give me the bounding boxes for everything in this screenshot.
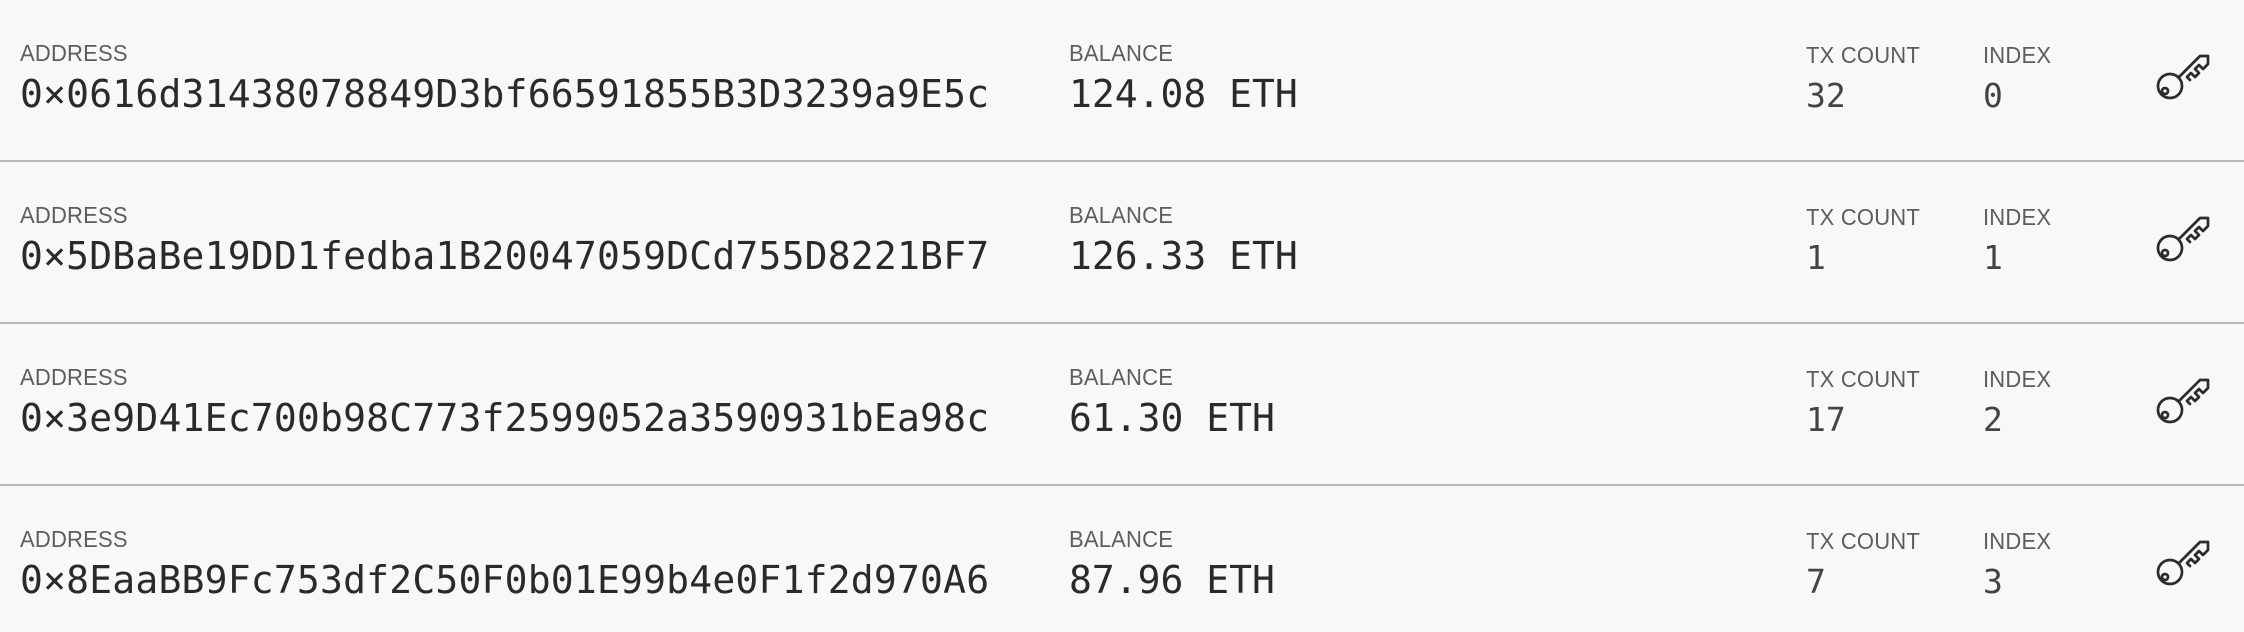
index-label: INDEX [1983, 42, 2052, 69]
address-value: 0×3e9D41Ec700b98C773f2599052a3590931bEa9… [20, 396, 990, 440]
account-row: ADDRESS 0×3e9D41Ec700b98C773f2599052a359… [0, 324, 2244, 486]
balance-value: 87.96 ETH [1069, 558, 1275, 602]
balance-label: BALANCE [1069, 202, 1174, 229]
account-row: ADDRESS 0×8EaaBB9Fc753df2C50F0b01E99b4e0… [0, 486, 2244, 632]
show-keys-button[interactable] [2150, 368, 2212, 430]
show-keys-button[interactable] [2150, 206, 2212, 268]
tx-count-value: 7 [1806, 562, 1826, 601]
account-row: ADDRESS 0×0616d31438078849D3bf66591855B3… [0, 0, 2244, 162]
balance-value: 124.08 ETH [1069, 72, 1298, 116]
address-value: 0×8EaaBB9Fc753df2C50F0b01E99b4e0F1f2d970… [20, 558, 990, 602]
key-icon [2156, 540, 2210, 586]
address-label: ADDRESS [20, 202, 128, 229]
key-icon [2156, 378, 2210, 424]
index-label: INDEX [1983, 204, 2052, 231]
tx-count-value: 17 [1806, 400, 1846, 439]
tx-count-label: TX COUNT [1806, 366, 1921, 393]
key-icon [2156, 216, 2210, 262]
address-label: ADDRESS [20, 526, 128, 553]
balance-value: 126.33 ETH [1069, 234, 1298, 278]
tx-count-value: 1 [1806, 238, 1826, 277]
tx-count-value: 32 [1806, 76, 1846, 115]
address-value: 0×5DBaBe19DD1fedba1B20047059DCd755D8221B… [20, 234, 990, 278]
index-value: 2 [1983, 400, 2003, 439]
balance-value: 61.30 ETH [1069, 396, 1275, 440]
balance-label: BALANCE [1069, 364, 1174, 391]
address-label: ADDRESS [20, 40, 128, 67]
balance-label: BALANCE [1069, 526, 1174, 553]
index-value: 1 [1983, 238, 2003, 277]
show-keys-button[interactable] [2150, 530, 2212, 592]
tx-count-label: TX COUNT [1806, 204, 1921, 231]
index-value: 3 [1983, 562, 2003, 601]
address-value: 0×0616d31438078849D3bf66591855B3D3239a9E… [20, 72, 990, 116]
index-value: 0 [1983, 76, 2003, 115]
address-label: ADDRESS [20, 364, 128, 391]
account-list: ADDRESS 0×0616d31438078849D3bf66591855B3… [0, 0, 2244, 632]
account-row: ADDRESS 0×5DBaBe19DD1fedba1B20047059DCd7… [0, 162, 2244, 324]
index-label: INDEX [1983, 366, 2052, 393]
tx-count-label: TX COUNT [1806, 42, 1921, 69]
index-label: INDEX [1983, 528, 2052, 555]
balance-label: BALANCE [1069, 40, 1174, 67]
key-icon [2156, 54, 2210, 100]
tx-count-label: TX COUNT [1806, 528, 1921, 555]
show-keys-button[interactable] [2150, 44, 2212, 106]
